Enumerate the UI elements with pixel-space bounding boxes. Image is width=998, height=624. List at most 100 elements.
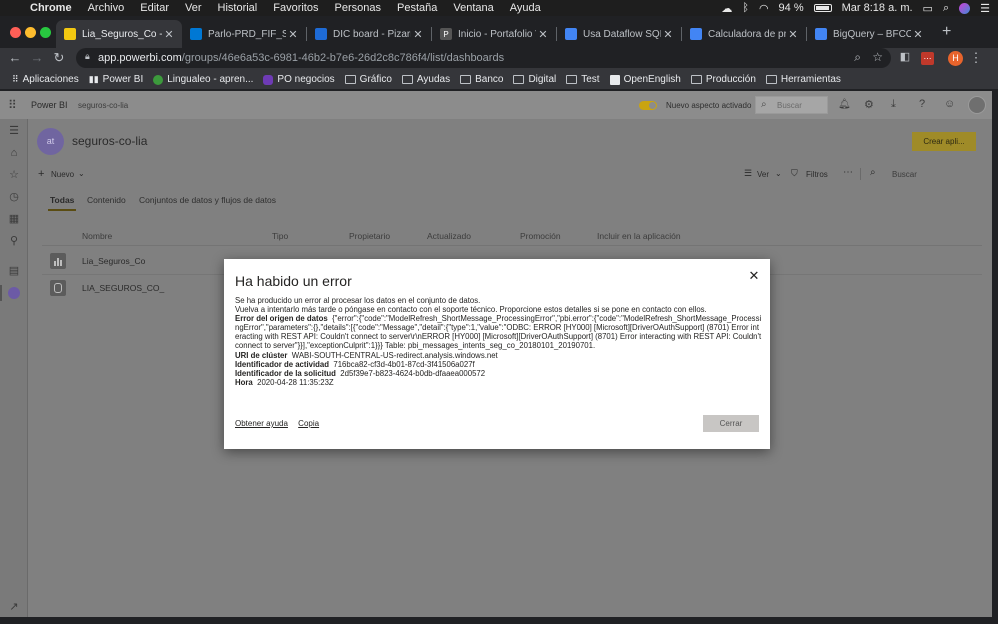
chrome-menu-icon[interactable]: ⋮ bbox=[967, 50, 985, 66]
search-icon[interactable]: ⌕ bbox=[854, 50, 861, 65]
bookmark-folder-digital[interactable]: Digital bbox=[513, 74, 556, 85]
search-icon[interactable]: ⌕ bbox=[870, 167, 876, 178]
tab-contenido[interactable]: Contenido bbox=[87, 195, 126, 205]
bookmark-folder-herramientas[interactable]: Herramientas bbox=[765, 74, 841, 85]
bluetooth-icon[interactable]: ᛒ bbox=[742, 2, 749, 14]
menu-historial[interactable]: Historial bbox=[210, 2, 266, 14]
menu-pestana[interactable]: Pestaña bbox=[389, 2, 445, 14]
close-button[interactable]: Cerrar bbox=[703, 415, 759, 432]
close-tab-icon[interactable]: ✕ bbox=[536, 28, 550, 41]
bookmark-star-icon[interactable]: ☆ bbox=[872, 50, 883, 64]
tab-bigquery[interactable]: BigQuery – BFCO-Pr ✕ bbox=[807, 20, 931, 48]
column-header-promotion[interactable]: Promoción bbox=[520, 231, 561, 241]
tab-parlo[interactable]: Parlo-PRD_FIF_SP | U ✕ bbox=[182, 20, 306, 48]
new-plus-icon[interactable]: + bbox=[38, 168, 44, 180]
window-zoom-button[interactable] bbox=[40, 27, 51, 38]
siri-icon[interactable] bbox=[959, 2, 971, 14]
column-header-name[interactable]: Nombre bbox=[82, 231, 112, 241]
close-icon[interactable]: ✕ bbox=[746, 268, 762, 284]
window-close-button[interactable] bbox=[10, 27, 21, 38]
item-name[interactable]: LIA_SEGUROS_CO_ bbox=[82, 283, 164, 293]
more-options-icon[interactable]: ⋯ bbox=[843, 167, 853, 178]
column-header-type[interactable]: Tipo bbox=[272, 231, 288, 241]
bookmark-folder-ayudas[interactable]: Ayudas bbox=[401, 74, 450, 85]
tab-datasets[interactable]: Conjuntos de datos y flujos de datos bbox=[139, 195, 276, 205]
tab-dic-board[interactable]: DIC board - Pizarra A ✕ bbox=[307, 20, 431, 48]
back-arrow-icon[interactable]: ← bbox=[6, 50, 24, 65]
shared-with-me-icon[interactable]: ⚲ bbox=[8, 235, 20, 247]
tab-portafolio[interactable]: P Inicio - Portafolio Ve ✕ bbox=[432, 20, 556, 48]
filters-button[interactable]: Filtros bbox=[806, 170, 828, 179]
favorites-star-icon[interactable]: ☆ bbox=[8, 169, 20, 181]
spotlight-search-icon[interactable]: ⌕ bbox=[943, 2, 949, 15]
tab-dataflow-sql[interactable]: Usa Dataflow SQL ✕ bbox=[557, 20, 681, 48]
copy-link[interactable]: Copia bbox=[298, 419, 319, 428]
create-app-button[interactable]: Crear apli... bbox=[912, 132, 976, 151]
menu-archivo[interactable]: Archivo bbox=[80, 2, 133, 14]
brand-title[interactable]: Power BI bbox=[31, 100, 68, 110]
screen-icon[interactable]: ▭ bbox=[923, 2, 933, 15]
notifications-bell-icon[interactable]: 🔔︎ bbox=[838, 99, 851, 110]
download-icon[interactable]: ⤓ bbox=[891, 98, 896, 111]
bookmark-folder-banco[interactable]: Banco bbox=[460, 74, 503, 85]
expand-arrow-icon[interactable]: ↗ bbox=[8, 601, 20, 613]
window-minimize-button[interactable] bbox=[25, 27, 36, 38]
new-menu-button[interactable]: Nuevo bbox=[51, 170, 74, 179]
column-header-include-in-app[interactable]: Incluir en la aplicación bbox=[597, 231, 681, 241]
workspaces-icon[interactable]: ▤ bbox=[8, 265, 20, 277]
column-header-owner[interactable]: Propietario bbox=[349, 231, 390, 241]
new-look-toggle[interactable] bbox=[639, 101, 657, 110]
battery-percent[interactable]: 94 % bbox=[779, 2, 804, 14]
current-workspace-icon[interactable] bbox=[8, 287, 20, 299]
breadcrumb-workspace[interactable]: seguros-co-lia bbox=[78, 101, 128, 110]
tab-todas[interactable]: Todas bbox=[50, 195, 74, 205]
bookmark-openenglish[interactable]: OpenEnglish bbox=[609, 74, 681, 85]
view-lines-icon[interactable]: ☰ bbox=[744, 168, 752, 179]
bookmark-po-negocios[interactable]: PO negocios bbox=[263, 74, 335, 85]
help-icon[interactable]: ? bbox=[919, 98, 925, 110]
home-icon[interactable]: ⌂ bbox=[8, 147, 20, 159]
extension-icon[interactable]: ◧ bbox=[896, 50, 914, 63]
bookmark-folder-test[interactable]: Test bbox=[566, 74, 600, 85]
app-launcher-icon[interactable]: ⠿ bbox=[8, 98, 17, 112]
recent-clock-icon[interactable]: ◷ bbox=[8, 191, 20, 203]
menu-favoritos[interactable]: Favoritos bbox=[265, 2, 326, 14]
close-tab-icon[interactable]: ✕ bbox=[162, 28, 176, 41]
filter-funnel-icon[interactable]: ⛉ bbox=[791, 168, 798, 179]
column-header-updated[interactable]: Actualizado bbox=[427, 231, 471, 241]
menu-ver[interactable]: Ver bbox=[177, 2, 210, 14]
item-name[interactable]: Lia_Seguros_Co bbox=[82, 256, 145, 266]
close-tab-icon[interactable]: ✕ bbox=[786, 28, 800, 41]
wifi-icon[interactable]: ◠ bbox=[759, 2, 769, 15]
reload-icon[interactable]: ↻ bbox=[50, 50, 68, 66]
forward-arrow-icon[interactable]: → bbox=[28, 50, 46, 65]
close-tab-icon[interactable]: ✕ bbox=[911, 28, 925, 41]
extension-red-icon[interactable]: ⋯ bbox=[921, 52, 934, 65]
close-tab-icon[interactable]: ✕ bbox=[661, 28, 675, 41]
close-tab-icon[interactable]: ✕ bbox=[411, 28, 425, 41]
bookmark-folder-produccion[interactable]: Producción bbox=[690, 74, 756, 85]
chevron-down-icon[interactable]: ⌄ bbox=[78, 169, 85, 178]
bookmark-power-bi[interactable]: ▮▮ Power BI bbox=[89, 74, 143, 85]
address-bar[interactable]: 🔒︎ app.powerbi.com/groups/46e6a53c-6981-… bbox=[76, 48, 891, 68]
new-tab-button[interactable]: + bbox=[942, 23, 951, 41]
menu-clock[interactable]: Mar 8:18 a. m. bbox=[842, 2, 913, 14]
menu-ayuda[interactable]: Ayuda bbox=[502, 2, 549, 14]
user-avatar[interactable] bbox=[968, 96, 986, 114]
menu-personas[interactable]: Personas bbox=[327, 2, 389, 14]
get-help-link[interactable]: Obtener ayuda bbox=[235, 419, 288, 428]
view-button[interactable]: Ver bbox=[757, 170, 769, 179]
feedback-smiley-icon[interactable]: ☺ bbox=[944, 98, 955, 110]
chevron-down-icon[interactable]: ⌄ bbox=[775, 169, 782, 178]
menu-editar[interactable]: Editar bbox=[132, 2, 177, 14]
profile-avatar[interactable]: H bbox=[948, 51, 963, 66]
bookmark-folder-grafico[interactable]: Gráfico bbox=[344, 74, 392, 85]
workspace-search-input[interactable]: Buscar bbox=[892, 170, 917, 179]
lock-icon[interactable]: 🔒︎ bbox=[85, 51, 90, 62]
hamburger-menu-icon[interactable]: ☰ bbox=[8, 125, 20, 137]
settings-gear-icon[interactable]: ⚙ bbox=[864, 98, 874, 111]
apps-icon[interactable]: ▦ bbox=[8, 213, 20, 225]
menu-ventana[interactable]: Ventana bbox=[445, 2, 501, 14]
menu-app-name[interactable]: Chrome bbox=[22, 2, 80, 14]
close-tab-icon[interactable]: ✕ bbox=[286, 28, 300, 41]
